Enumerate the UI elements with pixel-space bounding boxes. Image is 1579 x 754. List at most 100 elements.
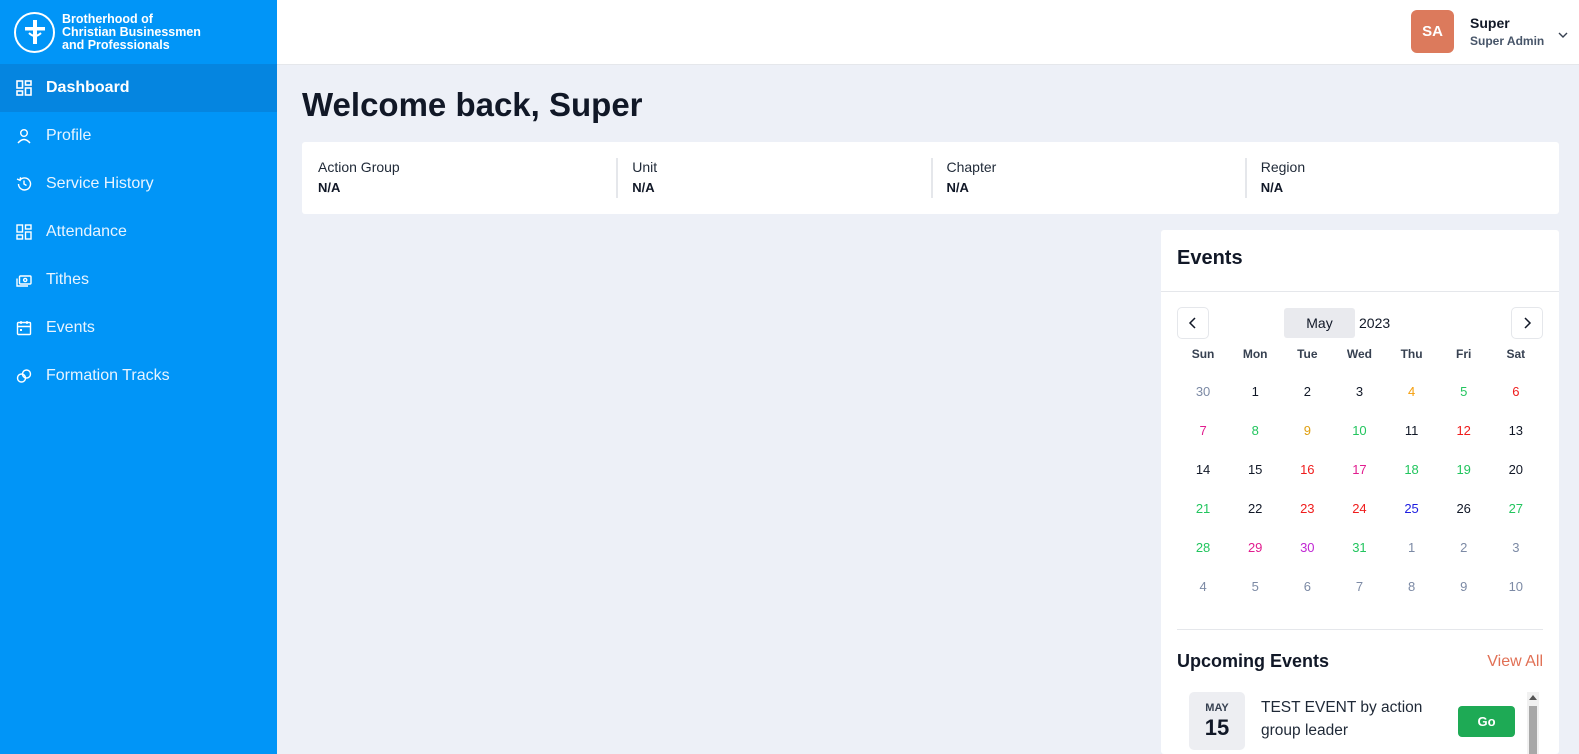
calendar-day[interactable]: 8 <box>1386 567 1438 606</box>
info-label: Unit <box>632 159 658 175</box>
links-icon <box>16 368 32 384</box>
info-chapter: Chapter N/A <box>930 142 1245 214</box>
sidebar-item-profile[interactable]: Profile <box>0 112 277 160</box>
calendar-day[interactable]: 4 <box>1386 372 1438 411</box>
chevron-left-icon <box>1188 317 1196 329</box>
calendar-day[interactable]: 10 <box>1333 411 1385 450</box>
calendar-day[interactable]: 13 <box>1490 411 1542 450</box>
info-action-group: Action Group N/A <box>302 142 616 214</box>
scroll-up-arrow-icon[interactable] <box>1529 695 1537 700</box>
sidebar-item-dashboard[interactable]: Dashboard <box>0 64 277 112</box>
sidebar-item-label: Attendance <box>46 223 127 240</box>
calendar-day[interactable]: 8 <box>1229 411 1281 450</box>
calendar-day[interactable]: 17 <box>1333 450 1385 489</box>
info-label: Region <box>1260 159 1306 175</box>
events-card: Events May 2023 Sun Mon Tue Wed Thu Fri Sat 30… <box>1161 230 1559 754</box>
sidebar-item-tithes[interactable]: Tithes <box>0 256 277 304</box>
upcoming-scrollbar[interactable] <box>1527 692 1539 754</box>
weekday-label: Thu <box>1400 347 1423 361</box>
info-unit: Unit N/A <box>616 142 930 214</box>
sidebar-item-label: Tithes <box>46 271 89 288</box>
calendar-day[interactable]: 4 <box>1177 567 1229 606</box>
calendar-next-button[interactable] <box>1511 307 1543 339</box>
calendar-day[interactable]: 10 <box>1490 567 1542 606</box>
user-role: Super Admin <box>1470 34 1545 48</box>
sidebar: Brotherhood of Christian Businessmen and… <box>0 0 277 754</box>
info-label: Action Group <box>318 159 400 175</box>
money-icon <box>16 272 32 288</box>
events-title: Events <box>1177 247 1243 269</box>
user-name[interactable]: Super <box>1470 15 1510 31</box>
weekday-label: Mon <box>1242 347 1268 361</box>
calendar-day[interactable]: 9 <box>1438 567 1490 606</box>
brand-line: and Professionals <box>62 37 170 52</box>
calendar-day[interactable]: 6 <box>1490 372 1542 411</box>
upcoming-events-title: Upcoming Events <box>1177 651 1330 671</box>
calendar-prev-button[interactable] <box>1177 307 1209 339</box>
brand[interactable]: Brotherhood of Christian Businessmen and… <box>0 0 277 64</box>
calendar-day[interactable]: 31 <box>1333 528 1385 567</box>
user-icon <box>16 128 32 144</box>
calendar-day[interactable]: 29 <box>1229 528 1281 567</box>
sidebar-item-label: Dashboard <box>46 79 130 96</box>
calendar-day[interactable]: 20 <box>1490 450 1542 489</box>
calendar-day[interactable]: 22 <box>1229 489 1281 528</box>
event-go-button[interactable]: Go <box>1458 706 1515 737</box>
calendar-day[interactable]: 27 <box>1490 489 1542 528</box>
chevron-right-icon <box>1524 317 1532 329</box>
history-icon <box>16 176 32 192</box>
calendar-day[interactable]: 30 <box>1281 528 1333 567</box>
membership-info-card: Action Group N/A Unit N/A Chapter N/A Re… <box>302 142 1559 214</box>
calendar-day[interactable]: 3 <box>1490 528 1542 567</box>
chevron-down-icon[interactable] <box>1557 27 1569 38</box>
calendar-day[interactable]: 16 <box>1281 450 1333 489</box>
scroll-thumb[interactable] <box>1529 706 1537 754</box>
info-region: Region N/A <box>1244 142 1559 214</box>
calendar-week-row: 28 29 30 31 1 2 3 <box>1177 528 1542 567</box>
dashboard-icon <box>16 80 32 96</box>
calendar-day[interactable]: 25 <box>1386 489 1438 528</box>
calendar-week-row: 4 5 6 7 8 9 10 <box>1177 567 1542 606</box>
event-date-badge: MAY 15 <box>1189 692 1245 750</box>
calendar-day[interactable]: 2 <box>1281 372 1333 411</box>
calendar-day[interactable]: 11 <box>1386 411 1438 450</box>
calendar-day[interactable]: 5 <box>1438 372 1490 411</box>
calendar-day[interactable]: 19 <box>1438 450 1490 489</box>
calendar-day[interactable]: 21 <box>1177 489 1229 528</box>
sidebar-item-label: Events <box>46 319 95 336</box>
view-all-link[interactable]: View All <box>1487 653 1543 671</box>
calendar-day[interactable]: 2 <box>1438 528 1490 567</box>
event-title: TEST EVENT by action group leader <box>1261 699 1423 739</box>
calendar-day[interactable]: 1 <box>1229 372 1281 411</box>
calendar-day[interactable]: 12 <box>1438 411 1490 450</box>
calendar-day[interactable]: 28 <box>1177 528 1229 567</box>
brand-line: Brotherhood of <box>62 11 153 26</box>
calendar-year-select[interactable]: 2023 <box>1359 308 1390 338</box>
calendar-day[interactable]: 18 <box>1386 450 1438 489</box>
calendar-day[interactable]: 1 <box>1386 528 1438 567</box>
avatar[interactable]: SA <box>1411 10 1454 53</box>
calendar-day[interactable]: 3 <box>1333 372 1385 411</box>
calendar-day[interactable]: 24 <box>1333 489 1385 528</box>
calendar-day[interactable]: 23 <box>1281 489 1333 528</box>
divider <box>1177 629 1543 630</box>
calendar-month-select[interactable]: May <box>1284 308 1355 338</box>
calendar-day[interactable]: 5 <box>1229 567 1281 606</box>
page-title: Welcome back, Super <box>302 86 643 123</box>
info-value: N/A <box>1260 180 1284 195</box>
sidebar-item-events[interactable]: Events <box>0 304 277 352</box>
sidebar-item-formation-tracks[interactable]: Formation Tracks <box>0 352 277 400</box>
calendar-days: 30 1 2 3 4 5 6 7 8 9 10 11 12 13 14 15 16 17 18 19 20 21 22 23 2… <box>1177 372 1542 606</box>
calendar-day[interactable]: 6 <box>1281 567 1333 606</box>
calendar-week-row: 7 8 9 10 11 12 13 <box>1177 411 1542 450</box>
calendar-day[interactable]: 7 <box>1177 411 1229 450</box>
calendar-day[interactable]: 9 <box>1281 411 1333 450</box>
calendar-day[interactable]: 30 <box>1177 372 1229 411</box>
calendar-day[interactable]: 26 <box>1438 489 1490 528</box>
sidebar-item-service-history[interactable]: Service History <box>0 160 277 208</box>
sidebar-item-attendance[interactable]: Attendance <box>0 208 277 256</box>
calendar-day[interactable]: 14 <box>1177 450 1229 489</box>
calendar-day[interactable]: 15 <box>1229 450 1281 489</box>
top-header: SA Super Super Admin <box>277 0 1579 65</box>
calendar-day[interactable]: 7 <box>1333 567 1385 606</box>
